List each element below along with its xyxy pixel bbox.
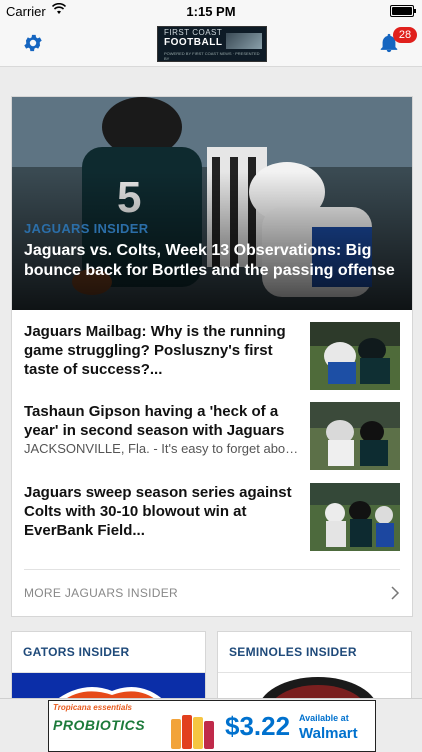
notification-badge: 28 [393, 27, 417, 43]
ad-available-text: Available at [299, 713, 349, 723]
story-snippet: JACKSONVILLE, Fla. - It's easy to forget… [24, 441, 302, 456]
jaguars-insider-card: 5 JAGUARS INSIDER Jaguars vs. Colts, Wee… [11, 96, 413, 617]
list-item[interactable]: Jaguars Mailbag: Why is the running game… [24, 322, 400, 392]
logo-graphic [226, 33, 262, 49]
juice-bottles-image [171, 715, 214, 749]
ad-price: $3.22 [225, 711, 291, 741]
ad-retailer: Walmart [299, 725, 358, 742]
ad-brand-top: Tropicana essentials [53, 703, 132, 712]
more-link-label[interactable]: MORE JAGUARS INSIDER [24, 586, 178, 600]
seminoles-insider-card[interactable]: SEMINOLES INSIDER [217, 631, 412, 703]
status-bar: Carrier 1:15 PM [0, 0, 422, 22]
status-time: 1:15 PM [186, 4, 236, 19]
logo-line1: FIRST COAST [164, 28, 223, 37]
section-title[interactable]: SEMINOLES INSIDER [229, 645, 357, 659]
more-jaguars-insider-link[interactable]: MORE JAGUARS INSIDER [24, 569, 400, 617]
story-title[interactable]: Tashaun Gipson having a 'heck of a year'… [24, 402, 302, 440]
logo-line2: FOOTBALL [164, 37, 223, 48]
gear-icon[interactable] [22, 32, 44, 54]
battery-icon [390, 5, 416, 17]
gators-insider-card[interactable]: GATORS INSIDER [11, 631, 206, 703]
story-thumbnail [310, 402, 400, 470]
thumbnail-photo [310, 402, 400, 470]
featured-story[interactable]: 5 JAGUARS INSIDER Jaguars vs. Colts, Wee… [12, 97, 412, 310]
story-title[interactable]: Jaguars Mailbag: Why is the running game… [24, 322, 302, 379]
thumbnail-photo [310, 483, 400, 551]
story-thumbnail [310, 322, 400, 390]
logo-line3: POWERED BY FIRST COAST NEWS · PRESENTED … [164, 51, 260, 61]
advertisement[interactable]: Tropicana essentials PROBIOTICS $3.22 Av… [48, 700, 376, 752]
top-navigation-bar: FIRST COAST FOOTBALL POWERED BY FIRST CO… [0, 22, 422, 67]
section-title[interactable]: GATORS INSIDER [23, 645, 129, 659]
ad-brand-main: PROBIOTICS [53, 717, 146, 733]
featured-headline[interactable]: Jaguars vs. Colts, Week 13 Observations:… [24, 241, 404, 281]
thumbnail-photo [310, 322, 400, 390]
story-thumbnail [310, 483, 400, 551]
list-item[interactable]: Jaguars sweep season series against Colt… [24, 483, 400, 553]
story-title[interactable]: Jaguars sweep season series against Colt… [24, 483, 302, 540]
app-logo: FIRST COAST FOOTBALL POWERED BY FIRST CO… [157, 26, 267, 62]
list-item[interactable]: Tashaun Gipson having a 'heck of a year'… [24, 402, 400, 474]
ad-banner-bar: Tropicana essentials PROBIOTICS $3.22 Av… [0, 698, 422, 752]
featured-kicker: JAGUARS INSIDER [24, 221, 149, 236]
chevron-right-icon [391, 586, 400, 600]
